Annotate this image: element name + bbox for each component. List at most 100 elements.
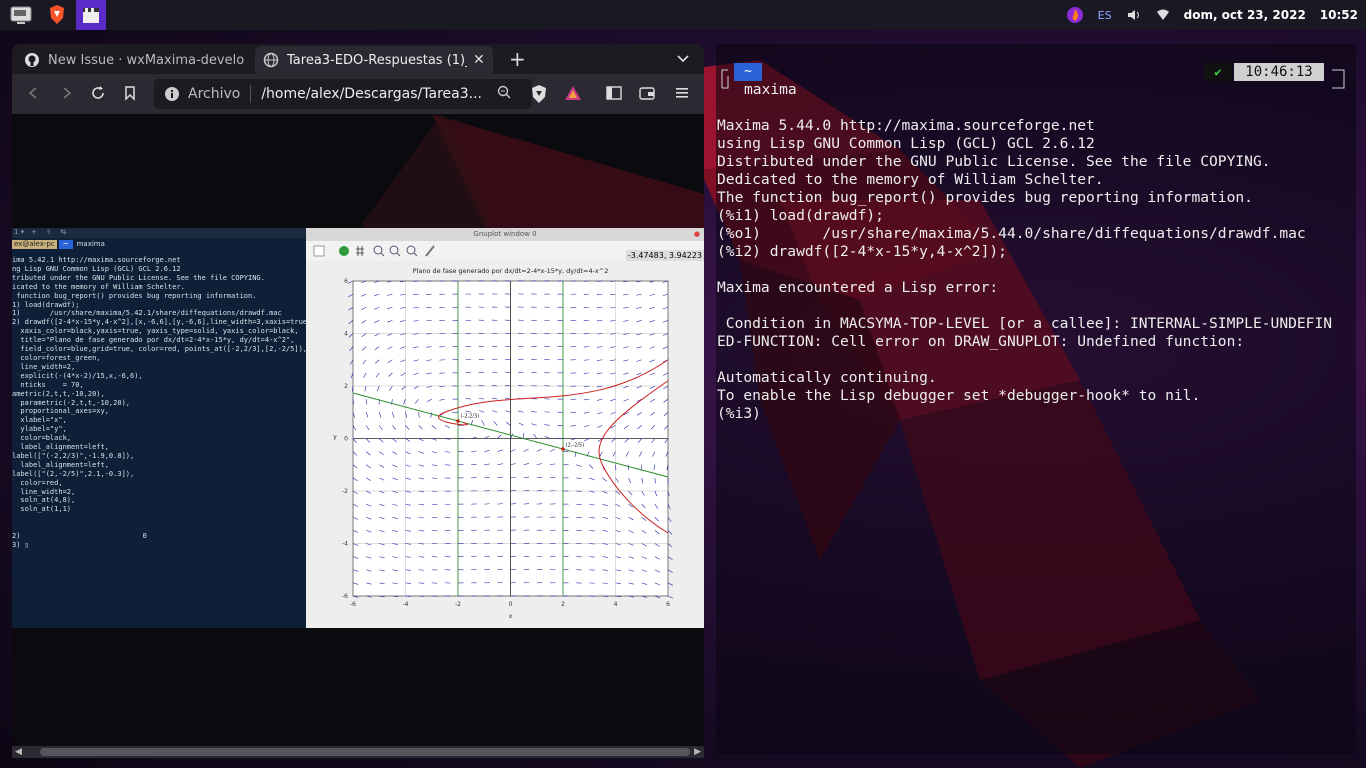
terminal-line: The function bug_report() provides bug r…: [717, 189, 1253, 206]
close-tab-icon[interactable]: ✕: [473, 52, 485, 68]
field-arrow: [348, 306, 354, 311]
y-tick-label: 0: [344, 436, 348, 443]
point-label: (-2,2/3): [461, 414, 480, 420]
brave-shield-icon: [532, 85, 546, 103]
chevron-down-icon: [677, 55, 689, 63]
terminal-text: Maxima 5.44.0 http://maxima.sourceforge.…: [717, 117, 1332, 423]
field-arrow: [667, 517, 672, 522]
monitor-launcher[interactable]: [6, 0, 36, 30]
clapperboard-icon: [83, 8, 99, 23]
gnuplot-tool-icons[interactable]: [306, 241, 446, 261]
hamburger-icon: [676, 88, 688, 98]
sidebar-icon: [606, 86, 622, 100]
menu-button[interactable]: [674, 85, 690, 105]
terminal-line: Condition in MACSYMA-TOP-LEVEL [or a cal…: [717, 315, 1333, 332]
back-button[interactable]: [26, 85, 42, 105]
gnuplot-close-icon[interactable]: ●: [694, 228, 700, 241]
zoom-icon[interactable]: [497, 85, 511, 103]
gnuplot-window-title: Gnuplot window 0: [473, 230, 537, 238]
mini-terminal-line: proportional_axes=xy,: [12, 407, 109, 416]
address-bar[interactable]: Archivo /home/alex/Descargas/Tarea3...: [154, 79, 532, 109]
globe-icon: [263, 52, 279, 68]
tab-new-issue[interactable]: New Issue · wxMaxima-develo: [16, 46, 254, 74]
mini-terminal-line: title="Plano de fase generado por dx/dt=…: [12, 336, 295, 345]
field-arrow: [347, 280, 354, 284]
terminal-time: 10:46:13: [1234, 63, 1324, 81]
url-text: /home/alex/Descargas/Tarea3...: [261, 86, 482, 102]
mini-terminal-line: parametric(-2,t,t,-10,20),: [12, 398, 131, 407]
date-label[interactable]: dom, oct 23, 2022: [1184, 8, 1306, 22]
tab-list-button[interactable]: [676, 50, 690, 69]
gnuplot-coords: -3.47483, 3.94223: [625, 250, 704, 261]
mini-terminal-line: 1) /usr/share/maxima/5.42.1/share/diffeq…: [12, 309, 282, 318]
equilibrium-point: [561, 447, 565, 451]
terminal-line: (%i2) drawdf([2-4*x-15*y,4-x^2]);: [717, 243, 1007, 260]
scroll-right-icon[interactable]: ▶: [694, 747, 701, 757]
brave-icon: [50, 5, 64, 24]
mini-terminal-line: ametric(2,t,t,-10,20),: [12, 389, 105, 398]
mini-prompt-user: ex@alex-pc: [12, 240, 57, 249]
wallet-icon: [639, 87, 655, 100]
mini-terminal-line: icated to the memory of William Schelter…: [12, 282, 185, 291]
terminal-line: Maxima encountered a Lisp error:: [717, 279, 999, 296]
brave-shields-button[interactable]: [530, 84, 548, 108]
mini-prompt: ex@alex-pc ~ maxima: [12, 240, 105, 249]
tab-title: Tarea3-EDO-Respuestas (1)_: [287, 52, 467, 68]
wifi-icon[interactable]: [1156, 9, 1170, 21]
x-tick-label: 4: [614, 601, 618, 608]
system-tray: ES dom, oct 23, 2022 10:52: [1066, 0, 1366, 30]
bookmark-button[interactable]: [122, 85, 138, 105]
field-arrow: [667, 582, 674, 586]
embedded-screenshot: 1 ▾ + ⇪ ⇆ ex@alex-pc ~ maxima ima 5.42.1…: [12, 228, 704, 628]
mini-terminal-line: field_color=blue,grid=true, color=red, p…: [12, 345, 306, 354]
scrollbar-thumb[interactable]: [40, 748, 690, 756]
terminal-output[interactable]: Maxima 5.44.0 http://maxima.sourceforge.…: [717, 117, 1332, 423]
mini-terminal-line: label_alignment=left,: [12, 443, 109, 452]
field-arrow: [667, 543, 673, 548]
sidebar-button[interactable]: [606, 85, 622, 105]
wallet-button[interactable]: [639, 85, 655, 105]
reload-button[interactable]: [90, 85, 106, 105]
forward-button[interactable]: [58, 85, 74, 105]
brave-launcher[interactable]: [42, 0, 72, 30]
horizontal-scrollbar[interactable]: ◀ ▶: [12, 746, 704, 758]
brave-rewards-button[interactable]: [564, 84, 582, 106]
field-arrow: [667, 595, 674, 599]
url-scheme-label: Archivo: [188, 86, 241, 102]
mini-terminal-line: soln_at(4,8),: [12, 496, 76, 505]
arrow-right-icon: [63, 87, 72, 99]
terminal-line: Maxima 5.44.0 http://maxima.sourceforge.…: [717, 117, 1095, 134]
x-tick-label: 6: [666, 601, 670, 608]
tab-bar: New Issue · wxMaxima-develo Tarea3-EDO-R…: [12, 44, 704, 74]
terminal-line: Dedicated to the memory of William Schel…: [717, 171, 1104, 188]
mini-terminal-line: xaxis_color=black,yaxis=true, yaxis_type…: [12, 327, 299, 336]
mini-terminal-line: label(["(-2,2/3)",-1.9,0.8]),: [12, 451, 135, 460]
field-arrow: [349, 359, 354, 365]
gnuplot-titlebar: Gnuplot window 0 ●: [306, 228, 704, 241]
nav-toolbar: Archivo /home/alex/Descargas/Tarea3...: [12, 74, 704, 114]
mini-terminal-header: 1 ▾ + ⇪ ⇆: [12, 228, 306, 238]
keyboard-layout[interactable]: ES: [1098, 9, 1112, 22]
scroll-left-icon[interactable]: ◀: [15, 747, 22, 757]
tab-tarea3[interactable]: Tarea3-EDO-Respuestas (1)_ ✕: [255, 46, 493, 74]
mini-terminal-line: label(["(2,-2/5)",2.1,-0.3]),: [12, 469, 135, 478]
field-arrow: [667, 530, 673, 535]
field-arrow: [667, 569, 673, 573]
x-tick-label: -2: [455, 601, 461, 608]
mini-terminal: 1 ▾ + ⇪ ⇆ ex@alex-pc ~ maxima ima 5.42.1…: [12, 228, 306, 628]
clapper-launcher[interactable]: [76, 0, 106, 30]
terminal-dir-badge: ~: [734, 63, 762, 81]
clock-label[interactable]: 10:52: [1320, 8, 1358, 22]
flame-icon: [1066, 7, 1083, 23]
y-axis-label: y: [333, 434, 337, 441]
volume-icon[interactable]: [1126, 8, 1142, 22]
mini-terminal-line: 1) load(drawdf);: [12, 300, 80, 309]
top-panel: ES dom, oct 23, 2022 10:52: [0, 0, 1366, 30]
gnuplot-toolbar: -3.47483, 3.94223: [306, 241, 704, 261]
x-axis-label: x: [509, 613, 513, 620]
new-tab-button[interactable]: +: [509, 47, 526, 71]
mini-terminal-line: tributed under the GNU Public License. S…: [12, 273, 265, 282]
mini-terminal-line: xlabel="x",: [12, 416, 67, 425]
mini-terminal-line: 2) 0: [12, 532, 147, 541]
tray-app-icon[interactable]: [1066, 6, 1084, 24]
